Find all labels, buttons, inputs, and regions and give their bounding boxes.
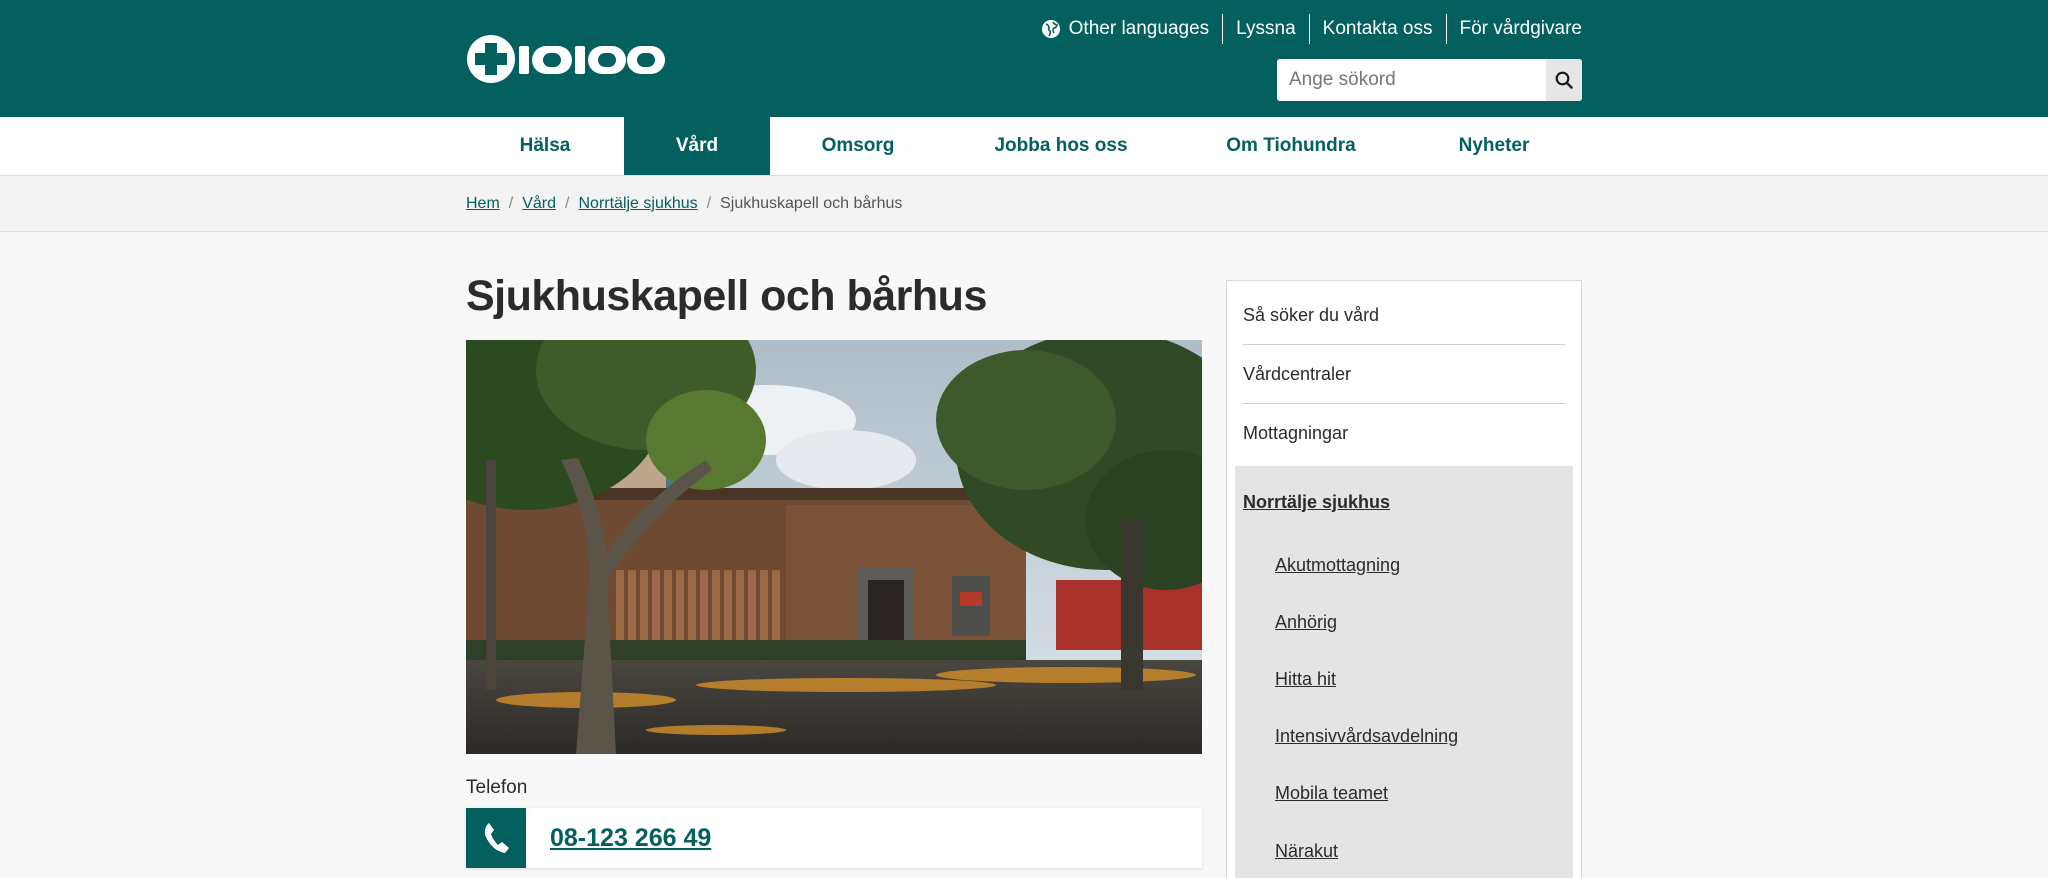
site-header: Other languages Lyssna Kontakta oss För … [0,0,2048,117]
breadcrumb-separator: / [565,195,570,212]
phone-icon [466,808,526,868]
nav-item-jobba-hos-oss[interactable]: Jobba hos oss [946,117,1176,175]
breadcrumb-bar: Hem / Vård / Norrtälje sjukhus / Sjukhus… [0,176,2048,232]
side-menu-item-sa-soker-du-vard[interactable]: Så söker du vård [1243,286,1565,345]
nav-item-vard[interactable]: Vård [624,117,770,175]
side-menu-subitem-akutmottagning[interactable]: Akutmottagning [1275,537,1400,594]
chapel-photo-illustration [466,340,1202,754]
search-icon [1555,71,1573,89]
side-menu-item-mottagningar[interactable]: Mottagningar [1243,404,1565,463]
utility-links: Other languages Lyssna Kontakta oss För … [1028,14,1582,44]
breadcrumb-vard[interactable]: Vård [522,195,556,213]
breadcrumb-separator: / [706,195,712,212]
nav-item-omsorg[interactable]: Omsorg [770,117,946,175]
search-button[interactable] [1546,59,1582,101]
main-navigation: Hälsa Vård Omsorg Jobba hos oss Om Tiohu… [0,117,2048,176]
phone-number-link[interactable]: 08-123 266 49 [550,824,711,853]
site-logo[interactable] [466,34,666,84]
nav-item-om-tiohundra[interactable]: Om Tiohundra [1176,117,1406,175]
breadcrumb-norrtalje-sjukhus[interactable]: Norrtälje sjukhus [578,195,697,213]
logo-graphic [467,35,665,83]
side-menu-active-section: Norrtälje sjukhus Akutmottagning Anhörig… [1235,466,1573,878]
contact-link[interactable]: Kontakta oss [1308,14,1446,44]
breadcrumb-separator: / [508,195,514,212]
search-input[interactable] [1277,59,1546,101]
other-languages-label: Other languages [1068,18,1210,39]
nav-item-nyheter[interactable]: Nyheter [1406,117,1582,175]
phone-label: Telefon [466,777,528,798]
breadcrumb-home[interactable]: Hem [466,195,500,213]
hero-image [466,340,1202,754]
breadcrumb: Hem / Vård / Norrtälje sjukhus / Sjukhus… [466,176,902,232]
globe-icon [1041,20,1060,38]
side-menu-item-norrtalje-sjukhus[interactable]: Norrtälje sjukhus [1243,466,1390,538]
breadcrumb-current: Sjukhuskapell och bårhus [720,195,903,212]
side-menu-item-vardcentraler[interactable]: Vårdcentraler [1243,345,1565,404]
phone-card: 08-123 266 49 [466,808,1202,868]
page-title: Sjukhuskapell och bårhus [466,272,987,320]
search-form [1277,59,1582,101]
side-menu-subitem-intensivvardsavdelning[interactable]: Intensivvårdsavdelning [1275,708,1458,765]
listen-link[interactable]: Lyssna [1222,14,1309,44]
for-caregivers-link[interactable]: För vårdgivare [1445,14,1582,44]
side-menu-subitem-anhorig[interactable]: Anhörig [1275,594,1337,651]
nav-item-halsa[interactable]: Hälsa [466,117,624,175]
other-languages-link[interactable]: Other languages [1028,14,1223,44]
side-menu: Så söker du vård Vårdcentraler Mottagnin… [1226,280,1582,878]
side-menu-subitem-mobila-teamet[interactable]: Mobila teamet [1275,765,1388,822]
side-menu-subitem-hitta-hit[interactable]: Hitta hit [1275,651,1336,708]
side-menu-subitem-narakut[interactable]: Närakut [1275,823,1338,878]
